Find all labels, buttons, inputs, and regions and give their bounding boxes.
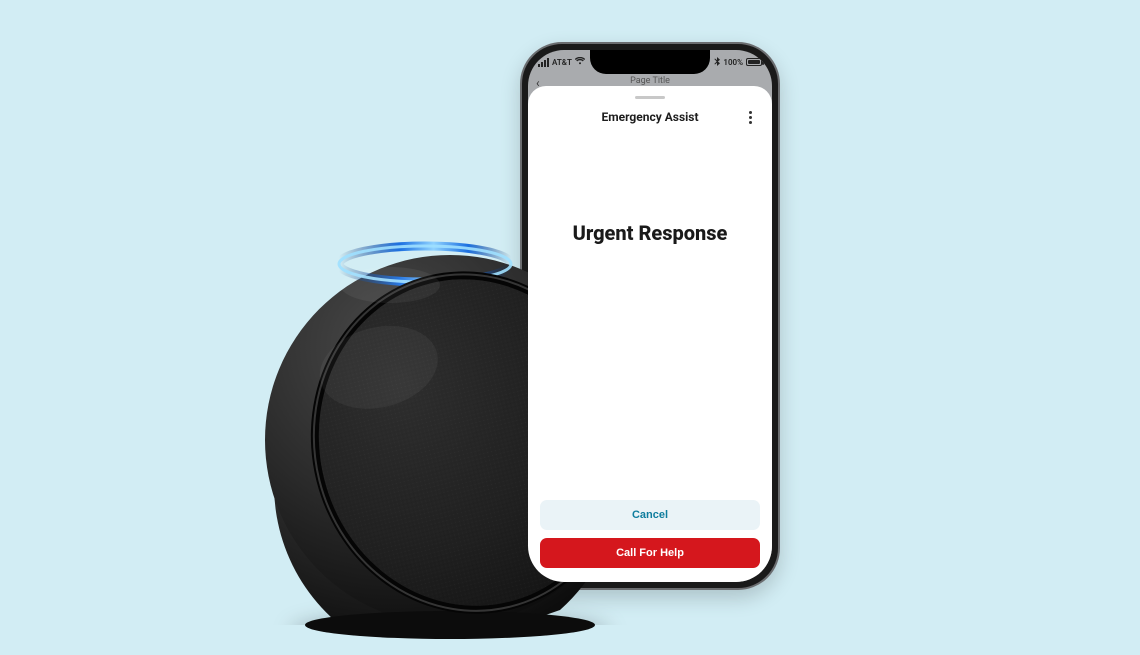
nav-title: Page Title [630,76,670,86]
more-options-icon[interactable] [745,107,756,128]
bottom-sheet: Emergency Assist Urgent Response Cancel … [528,86,772,582]
urgent-response-heading: Urgent Response [540,221,760,245]
phone-notch [590,50,710,74]
sheet-title: Emergency Assist [601,110,698,124]
sheet-drag-handle[interactable] [635,96,665,99]
battery-pct: 100% [723,58,743,67]
phone-screen: AT&T 100% ‹ Page Title Emergency Assist [528,50,772,582]
phone-frame: AT&T 100% ‹ Page Title Emergency Assist [520,42,780,590]
cancel-button[interactable]: Cancel [540,500,760,530]
call-for-help-button[interactable]: Call For Help [540,538,760,568]
signal-icon [538,58,549,67]
bluetooth-icon [714,57,720,68]
wifi-icon [575,57,585,67]
battery-icon [746,58,762,66]
carrier-label: AT&T [552,58,572,67]
